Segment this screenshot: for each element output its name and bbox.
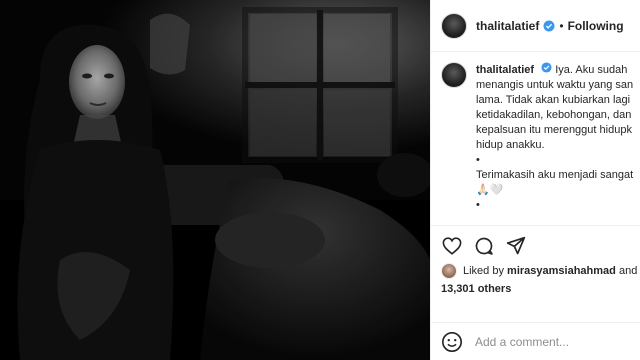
caption-username[interactable]: thalitalatief xyxy=(476,64,534,76)
post-sidebar: thalitalatief • Following thalitalatief … xyxy=(430,0,640,360)
heart-icon[interactable] xyxy=(441,235,463,257)
caption-text-line: menangis untuk waktu yang san xyxy=(476,79,634,91)
caption-text-line: kepalsuan itu merenggut hidupk xyxy=(476,124,632,136)
liker-username[interactable]: mirasyamsiahahmad xyxy=(507,262,616,280)
emoji-icon[interactable] xyxy=(441,331,463,353)
comment-icon[interactable] xyxy=(473,235,495,257)
verified-badge-icon xyxy=(543,20,555,32)
likes-count[interactable]: 13,301 others xyxy=(441,280,640,298)
post-photo xyxy=(0,0,430,360)
caption-text-line: ketidakadilan, kebohongan, dan xyxy=(476,109,632,121)
caption-thanks-line: Terimakasih aku menjadi sangat xyxy=(476,169,634,181)
likes-prefix: Liked by xyxy=(463,265,504,277)
post-header: thalitalatief • Following xyxy=(431,0,640,52)
caption-text-line: lama. Tidak akan kubiarkan lagi xyxy=(476,94,631,106)
verified-badge-icon xyxy=(541,62,552,73)
share-icon[interactable] xyxy=(505,235,527,257)
post-actions xyxy=(431,225,640,265)
caption-text-line: Iya. Aku sudah xyxy=(555,64,628,76)
likes-summary: Liked by mirasyamsiahahmad and 13,301 ot… xyxy=(441,262,640,298)
caption-bullet: • xyxy=(476,154,480,166)
author-username[interactable]: thalitalatief xyxy=(476,19,539,33)
comment-input[interactable] xyxy=(475,334,625,349)
caption-emoji: 🙏🏻🤍 xyxy=(476,184,504,196)
comment-bar xyxy=(431,322,640,360)
separator-dot: • xyxy=(559,18,564,33)
caption-avatar[interactable] xyxy=(441,62,467,88)
liker-avatar[interactable] xyxy=(441,263,457,279)
following-button[interactable]: Following xyxy=(568,19,624,33)
likes-and: and xyxy=(618,265,638,277)
post-caption: thalitalatief Iya. Aku sudah menangis un… xyxy=(441,62,640,222)
caption-bullet: • xyxy=(476,199,480,211)
author-avatar[interactable] xyxy=(441,12,467,39)
post-image[interactable] xyxy=(0,0,430,360)
caption-text-line: hidup anakku. xyxy=(476,139,545,151)
caption-body: thalitalatief Iya. Aku sudah menangis un… xyxy=(476,62,633,222)
